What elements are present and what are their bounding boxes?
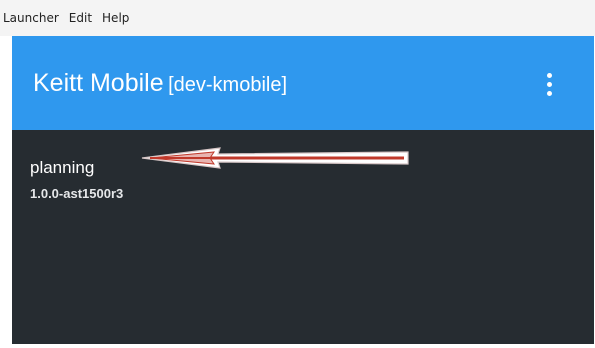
more-vert-icon[interactable]	[538, 70, 560, 98]
menu-bar: Launcher Edit Help	[0, 0, 595, 36]
environment-label: [dev-kmobile]	[168, 74, 288, 96]
app-bar: Keitt Mobile [dev-kmobile]	[12, 36, 594, 130]
menu-edit[interactable]: Edit	[64, 10, 97, 26]
app-version: 1.0.0-ast1500r3	[30, 186, 124, 201]
menu-help[interactable]: Help	[97, 10, 134, 26]
app-title-name: Keitt Mobile	[33, 69, 164, 97]
menu-launcher[interactable]: Launcher	[0, 10, 64, 26]
launcher-window: Keitt Mobile [dev-kmobile] planning 1.0.…	[12, 36, 594, 344]
app-list-item-planning[interactable]: planning 1.0.0-ast1500r3	[12, 148, 272, 208]
app-title: Keitt Mobile [dev-kmobile]	[33, 69, 287, 98]
app-name: planning	[30, 158, 95, 177]
